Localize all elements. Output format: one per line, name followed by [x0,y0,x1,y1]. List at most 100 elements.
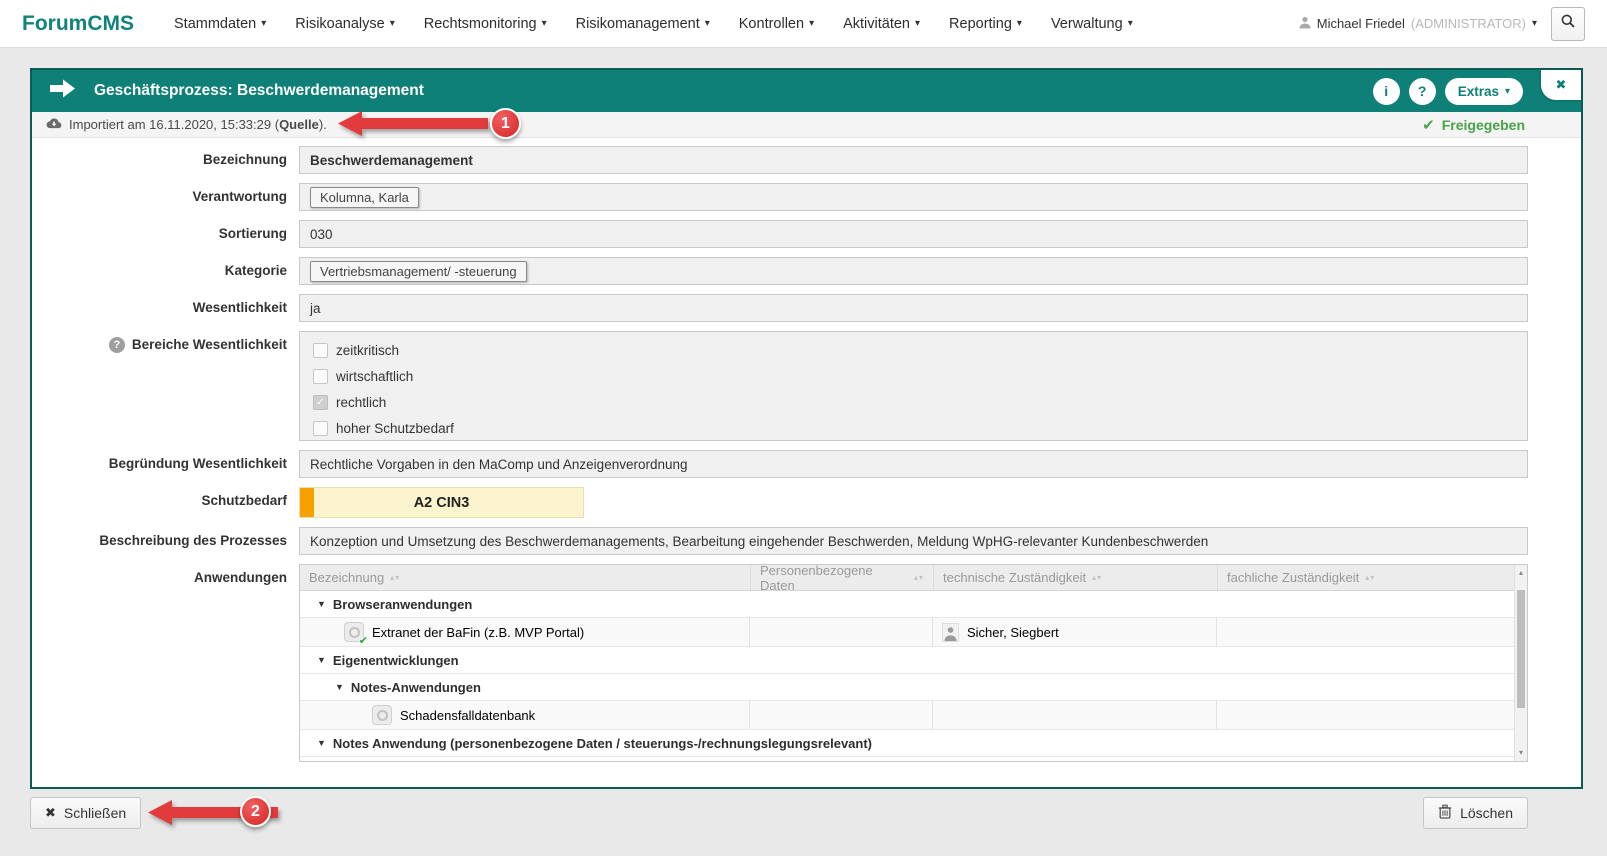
table-row[interactable]: ✔ Extranet der BaFin (z.B. MVP Portal) S… [300,618,1514,647]
close-button[interactable]: ✖ Schließen [30,797,141,829]
field-row-schutzbedarf: Schutzbedarf A2 CIN3 [32,487,1528,518]
kategorie-field[interactable]: Vertriebsmanagement/ -steuerung [299,257,1528,285]
application-icon: ✔ [344,622,364,642]
bereiche-label: ? Bereiche Wesentlichkeit [32,331,287,359]
info-button[interactable]: i [1373,78,1400,105]
checkbox-wirtschaftlich[interactable]: wirtschaftlich [313,369,413,384]
table-header: Bezeichnung▴▾ Personenbezogene Daten▴▾ t… [300,565,1514,591]
checkbox-icon[interactable] [313,369,328,384]
field-row-beschreibung: Beschreibung des Prozesses Konzeption un… [32,527,1528,555]
anwendungen-table: Bezeichnung▴▾ Personenbezogene Daten▴▾ t… [299,564,1528,762]
sort-icons[interactable]: ▴▾ [390,573,400,582]
annotation-badge-1: 1 [490,108,521,139]
bezeichnung-value: Beschwerdemanagement [310,153,473,168]
table-row[interactable]: Schadensfalldatenbank [300,701,1514,730]
checkbox-rechtlich[interactable]: ✓rechtlich [313,395,386,410]
chevron-down-icon: ▾ [705,18,710,29]
main-menu: Stammdaten▾ Risikoanalyse▾ Rechtsmonitor… [174,16,1133,32]
import-info-bar: Importiert am 16.11.2020, 15:33:29 (Quel… [32,112,1581,138]
bereiche-checkbox-group: zeitkritisch wirtschaftlich ✓rechtlich h… [299,331,1528,441]
table-scrollbar[interactable]: ▴ ▾ [1514,565,1527,761]
column-header-technische-zustaendigkeit[interactable]: technische Zuständigkeit▴▾ [933,565,1217,590]
verantwortung-chip[interactable]: Kolumna, Karla [310,187,419,208]
anwendungen-table-wrap: Bezeichnung▴▾ Personenbezogene Daten▴▾ t… [299,564,1528,762]
chevron-down-icon: ▾ [390,18,395,29]
tree-collapse-icon[interactable]: ▼ [317,599,326,609]
menu-rechtsmonitoring[interactable]: Rechtsmonitoring▾ [424,16,547,32]
schutzbedarf-value: A2 CIN3 [414,495,470,511]
released-check-icon: ✔ [359,634,368,647]
chevron-down-icon: ▾ [1532,18,1537,29]
verantwortung-field[interactable]: Kolumna, Karla [299,183,1528,211]
sortierung-field[interactable]: 030 [299,220,1528,248]
sort-icons[interactable]: ▴▾ [1365,573,1375,582]
menu-risikomanagement[interactable]: Risikomanagement▾ [576,16,710,32]
column-header-fachliche-zustaendigkeit[interactable]: fachliche Zuständigkeit▴▾ [1217,565,1514,590]
field-row-begruendung: Begründung Wesentlichkeit Rechtliche Vor… [32,450,1528,478]
help-icon[interactable]: ? [109,337,125,353]
schutzbedarf-wrap: A2 CIN3 [299,487,1528,518]
table-group-row[interactable]: ▼ Eigenentwicklungen [300,647,1514,674]
import-source-link[interactable]: Quelle [279,117,319,132]
tree-collapse-icon[interactable]: ▼ [317,738,326,748]
wesentlichkeit-field[interactable]: ja [299,294,1528,322]
sort-icons[interactable]: ▴▾ [914,573,924,582]
checkbox-checked-icon[interactable]: ✓ [313,395,328,410]
schutzbedarf-badge: A2 CIN3 [299,487,584,518]
status-label: Freigegeben [1442,117,1525,133]
scrollbar-thumb[interactable] [1517,590,1525,708]
process-detail-panel: ✖ Geschäftsprozess: Beschwerdemanagement… [30,68,1583,789]
panel-close-button[interactable]: ✖ [1541,70,1581,100]
search-icon [1560,13,1576,34]
column-header-bezeichnung[interactable]: Bezeichnung▴▾ [300,565,750,590]
person-icon [942,623,959,642]
sortierung-label: Sortierung [32,220,287,248]
page-title: Geschäftsprozess: Beschwerdemanagement [94,82,424,100]
annotation-arrow-1 [338,110,488,142]
chevron-down-icon: ▾ [1128,18,1133,29]
tree-collapse-icon[interactable]: ▼ [317,655,326,665]
sortierung-value: 030 [310,227,333,242]
checkbox-icon[interactable] [313,343,328,358]
extras-button[interactable]: Extras ▾ [1445,78,1523,105]
menu-stammdaten[interactable]: Stammdaten▾ [174,16,266,32]
search-button[interactable] [1551,7,1585,41]
scroll-up-icon[interactable]: ▴ [1515,569,1527,577]
delete-button[interactable]: Löschen [1423,797,1528,829]
menu-aktivitaeten[interactable]: Aktivitäten▾ [843,16,920,32]
trash-icon [1438,804,1452,822]
tree-collapse-icon[interactable]: ▼ [335,682,344,692]
checkbox-zeitkritisch[interactable]: zeitkritisch [313,343,399,358]
menu-risikoanalyse[interactable]: Risikoanalyse▾ [295,16,395,32]
application-name: Schadensfalldatenbank [400,708,535,723]
begruendung-value: Rechtliche Vorgaben in den MaComp und An… [310,457,688,472]
info-icon: i [1384,83,1388,99]
status-badge: ✔ Freigegeben [1422,116,1567,134]
kategorie-chip[interactable]: Vertriebsmanagement/ -steuerung [310,261,527,282]
table-group-row[interactable]: ▼ Notes-Anwendungen [300,674,1514,701]
close-icon: ✖ [45,805,56,821]
menu-verwaltung[interactable]: Verwaltung▾ [1051,16,1133,32]
panel-header: Geschäftsprozess: Beschwerdemanagement i… [32,70,1581,112]
header-actions: i ? Extras ▾ [1373,78,1563,105]
bezeichnung-field[interactable]: Beschwerdemanagement [299,146,1528,174]
column-header-personenbezogene-daten[interactable]: Personenbezogene Daten▴▾ [750,565,933,590]
table-group-row[interactable]: ▼ Browseranwendungen [300,591,1514,618]
begruendung-field[interactable]: Rechtliche Vorgaben in den MaComp und An… [299,450,1528,478]
scroll-down-icon[interactable]: ▾ [1515,749,1527,757]
menu-reporting[interactable]: Reporting▾ [949,16,1022,32]
import-text: Importiert am 16.11.2020, 15:33:29 (Quel… [69,117,327,132]
checkbox-icon[interactable] [313,421,328,436]
top-nav: ForumCMS Stammdaten▾ Risikoanalyse▾ Rech… [0,0,1607,48]
menu-kontrollen[interactable]: Kontrollen▾ [739,16,814,32]
beschreibung-field[interactable]: Konzeption und Umsetzung des Beschwerdem… [299,527,1528,555]
help-button[interactable]: ? [1409,78,1436,105]
chevron-down-icon: ▾ [809,18,814,29]
sort-icons[interactable]: ▴▾ [1092,573,1102,582]
table-group-row[interactable]: ▼ Notes Anwendung (personenbezogene Date… [300,730,1514,757]
user-icon [1299,16,1311,32]
user-menu[interactable]: Michael Friedel (ADMINISTRATOR) ▾ [1299,16,1537,32]
checkbox-hoher-schutzbedarf[interactable]: hoher Schutzbedarf [313,421,454,436]
chevron-down-icon: ▾ [915,18,920,29]
application-name: Extranet der BaFin (z.B. MVP Portal) [372,625,584,640]
